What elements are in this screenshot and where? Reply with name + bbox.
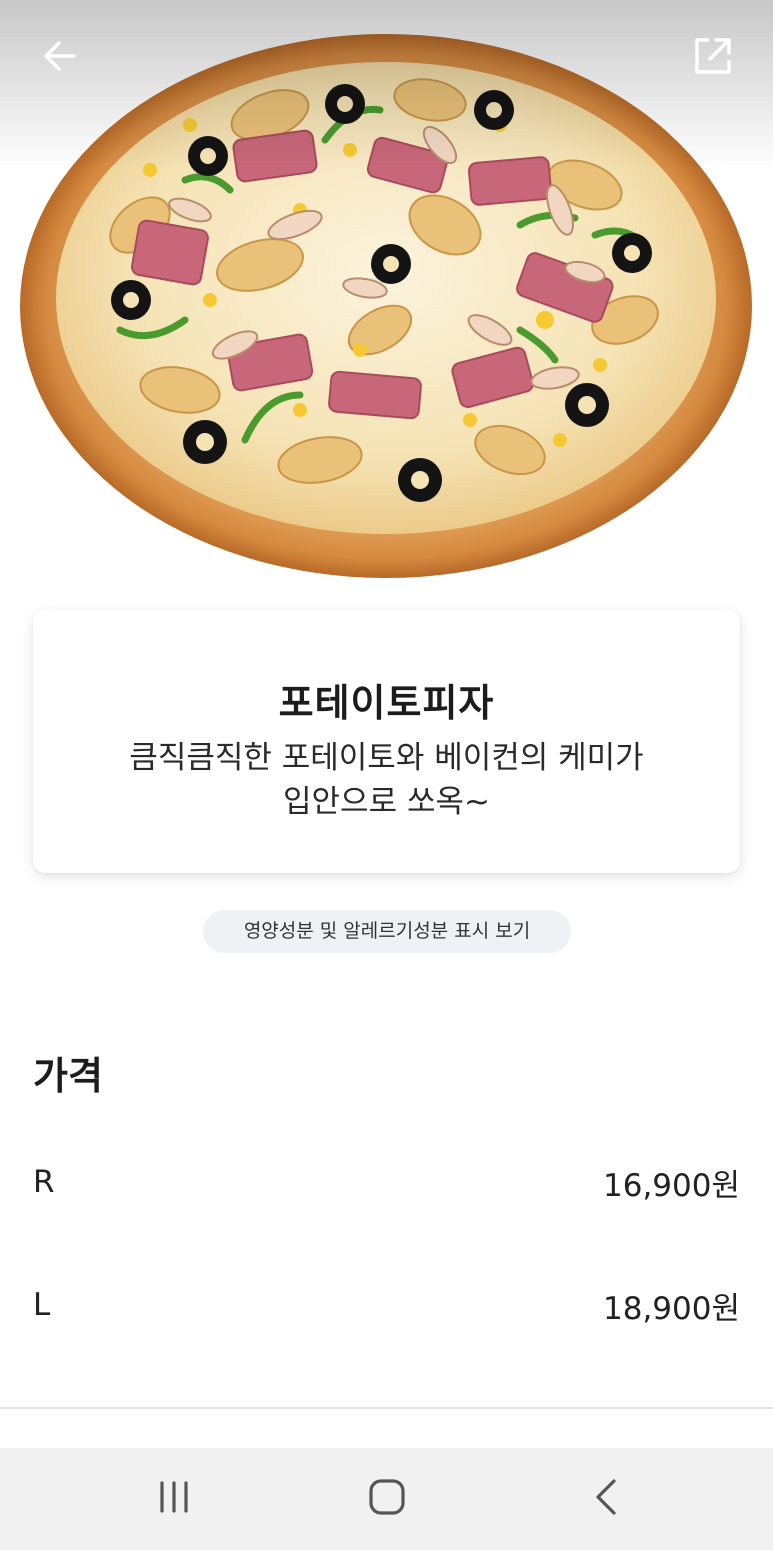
back-chevron-icon (588, 1477, 624, 1521)
section-divider (0, 1407, 773, 1409)
price-value: 18,900원 (603, 1290, 740, 1327)
product-info-card: 포테이토피자 큼직큼직한 포테이토와 베이컨의 케미가 입안으로 쏘옥~ (33, 610, 740, 873)
size-label: R (33, 1164, 55, 1200)
recent-apps-icon (156, 1479, 192, 1519)
price-row-l: L 18,900원 (33, 1280, 740, 1330)
system-nav-bar (0, 1448, 773, 1550)
product-description: 큼직큼직한 포테이토와 베이컨의 케미가 입안으로 쏘옥~ (93, 736, 680, 824)
pizza-image (20, 34, 752, 578)
recent-apps-button[interactable] (144, 1473, 204, 1525)
share-external-icon (692, 35, 734, 81)
price-row-r: R 16,900원 (33, 1157, 740, 1207)
arrow-left-icon (40, 36, 80, 80)
home-icon (367, 1477, 407, 1521)
system-back-button[interactable] (576, 1473, 636, 1525)
price-value: 16,900원 (603, 1167, 740, 1204)
price-section-title: 가격 (33, 1054, 103, 1098)
product-detail-screen: 포테이토피자 큼직큼직한 포테이토와 베이컨의 케미가 입안으로 쏘옥~ 영양성… (0, 0, 773, 1550)
product-image (0, 0, 773, 600)
product-name: 포테이토피자 (278, 681, 495, 725)
nutrition-allergy-link[interactable]: 영양성분 및 알레르기성분 표시 보기 (203, 910, 571, 953)
share-button[interactable] (685, 30, 741, 86)
description-line-1: 큼직큼직한 포테이토와 베이컨의 케미가 (129, 740, 644, 776)
description-line-2: 입안으로 쏘옥~ (283, 784, 490, 820)
size-label: L (33, 1287, 51, 1323)
home-button[interactable] (357, 1473, 417, 1525)
back-button[interactable] (32, 30, 88, 86)
